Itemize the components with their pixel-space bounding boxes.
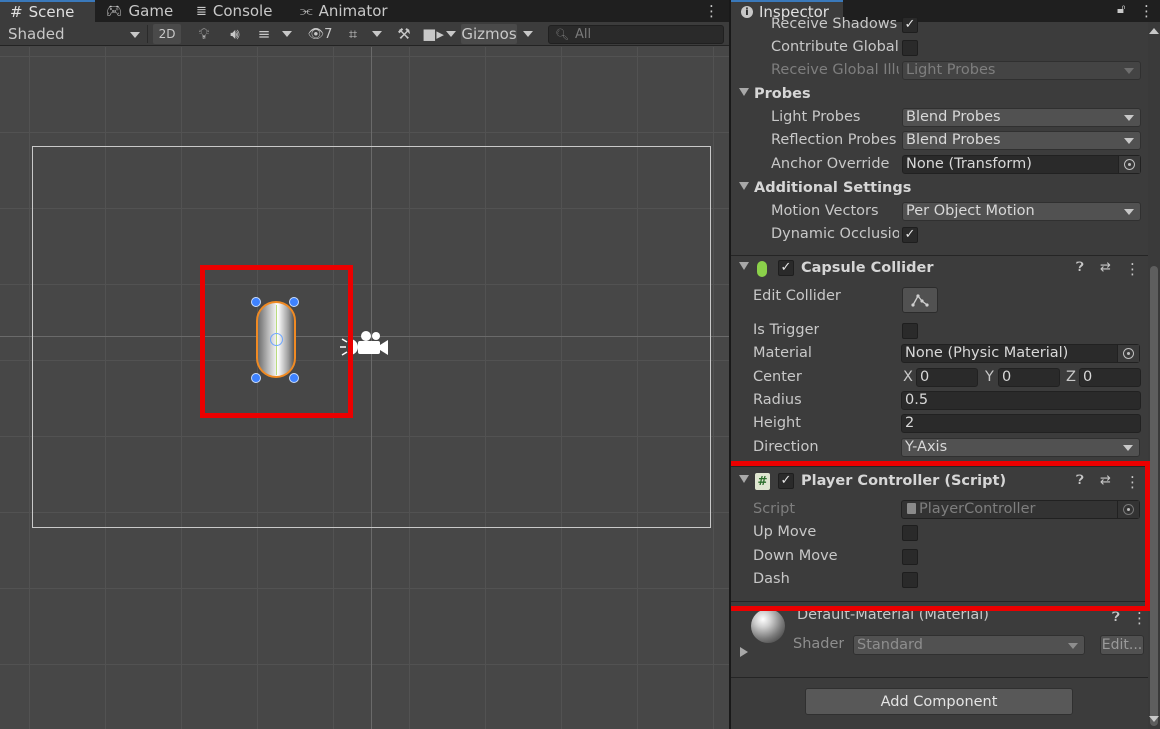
edit-collider-row: Edit Collider [731, 286, 1146, 314]
chevron-down-icon [1123, 445, 1133, 451]
gizmos-button[interactable]: Gizmos [461, 24, 517, 44]
light-probes-dropdown[interactable]: Blend Probes [902, 108, 1141, 127]
foldout-arrow-icon[interactable] [740, 647, 748, 657]
radius-row: Radius 0.5 [731, 390, 1146, 412]
scene-viewport[interactable] [0, 47, 729, 729]
help-icon[interactable]: ❓︎ [1076, 260, 1084, 275]
direction-row: Direction Y-Axis [731, 437, 1146, 459]
height-row: Height 2 [731, 413, 1146, 435]
gamepad-icon: 🎮︎ [106, 3, 123, 19]
center-z-field[interactable]: 0 [1079, 368, 1141, 387]
add-component-button[interactable]: Add Component [805, 688, 1073, 715]
tab-console[interactable]: ≣ Console [186, 0, 282, 22]
grid-dropdown-chevron-icon[interactable] [370, 24, 384, 44]
search-icon: 🔍︎ [555, 28, 569, 41]
chevron-down-icon [1124, 115, 1134, 121]
scene-toolbar: Shaded 2D 💡︎ 🔊︎ ≡ 👁︎ 7 ⌗ ⚒︎ ■▸ Gizmos 🔍︎… [0, 22, 729, 46]
collider-material-row: Material None (Physic Material) [731, 343, 1146, 365]
center-row: Center X 0 Y 0 Z 0 [731, 367, 1146, 389]
edit-shader-button[interactable]: Edit... [1100, 635, 1144, 655]
reflection-probes-dropdown[interactable]: Blend Probes [902, 131, 1141, 150]
camera-dropdown-chevron-icon[interactable] [444, 24, 458, 44]
chevron-down-icon [1124, 138, 1134, 144]
capsule-collider-icon [757, 261, 767, 277]
is-trigger-checkbox[interactable] [902, 323, 918, 339]
height-field[interactable]: 2 [901, 414, 1141, 433]
scroll-down-icon[interactable] [1149, 716, 1159, 722]
tab-game[interactable]: 🎮︎ Game [96, 0, 183, 22]
dynamic-occlusion-checkbox[interactable]: ✓ [902, 227, 918, 243]
object-picker-icon[interactable] [1118, 156, 1140, 173]
audio-toggle-icon[interactable]: 🔊︎ [224, 24, 246, 44]
anchor-override-field[interactable]: None (Transform) [902, 155, 1141, 174]
dynamic-occlusion-row: Dynamic Occlusior ✓ [731, 224, 1146, 246]
camera-settings-icon[interactable]: ■▸ [422, 24, 444, 44]
contribute-gi-checkbox[interactable] [902, 40, 918, 56]
scroll-up-icon[interactable] [1149, 28, 1159, 34]
chevron-down-icon [1068, 643, 1078, 649]
edit-shape-icon [911, 294, 929, 307]
foldout-arrow-icon [739, 88, 749, 96]
shader-dropdown[interactable]: Standard [853, 635, 1085, 655]
kebab-menu-icon[interactable]: ⋮ [1132, 609, 1147, 627]
receive-gi-dropdown[interactable]: Light Probes [902, 61, 1141, 80]
radius-field[interactable]: 0.5 [901, 391, 1141, 410]
material-preview-sphere[interactable] [751, 609, 785, 643]
gizmos-dropdown-chevron-icon[interactable] [520, 24, 536, 44]
presets-icon[interactable]: ⇄ [1100, 260, 1111, 275]
capsule-collider-header[interactable]: ✓ Capsule Collider ❓︎ ⇄ ⋮ [731, 258, 1146, 280]
center-y-field[interactable]: 0 [998, 368, 1060, 387]
edit-collider-button[interactable] [902, 287, 938, 313]
eye-slash-icon: 👁︎ [307, 26, 325, 42]
contribute-gi-row: Contribute Global I [731, 37, 1146, 59]
chevron-down-icon [1124, 68, 1134, 74]
hidden-objects-toggle[interactable]: 👁︎ 7 [304, 24, 336, 44]
physic-material-field[interactable]: None (Physic Material) [901, 344, 1140, 363]
inspector-scrollbar[interactable] [1148, 22, 1160, 729]
motion-vectors-row: Motion Vectors Per Object Motion [731, 201, 1146, 223]
highlight-box-player-controller [731, 461, 1150, 611]
light-probes-row: Light Probes Blend Probes [731, 107, 1146, 129]
kebab-menu-icon[interactable]: ⋮ [1125, 260, 1140, 278]
grid-snap-icon[interactable]: ⌗ [342, 24, 364, 44]
foldout-arrow-icon [739, 182, 749, 190]
toggle-2d-button[interactable]: 2D [153, 24, 181, 44]
help-icon[interactable]: ❓︎ [1112, 610, 1120, 625]
reflection-probes-row: Reflection Probes Blend Probes [731, 130, 1146, 152]
probes-foldout[interactable]: Probes [731, 84, 1146, 106]
hash-icon: # [10, 3, 23, 21]
object-picker-icon[interactable] [1117, 345, 1139, 362]
shading-mode-dropdown[interactable]: Shaded [8, 24, 144, 44]
scene-search-input[interactable]: 🔍︎ All [548, 25, 724, 44]
tab-animator[interactable]: ⫘ Animator [290, 0, 398, 22]
is-trigger-row: Is Trigger [731, 320, 1146, 342]
animator-icon: ⫘ [300, 3, 313, 19]
scrollbar-thumb[interactable] [1150, 266, 1158, 726]
chevron-down-icon [1124, 209, 1134, 215]
console-icon: ≣ [196, 3, 207, 19]
foldout-arrow-icon [739, 262, 749, 270]
motion-vectors-dropdown[interactable]: Per Object Motion [902, 202, 1141, 221]
effects-toggle-icon[interactable]: ≡ [254, 24, 274, 44]
effects-dropdown-chevron-icon[interactable] [280, 24, 294, 44]
kebab-menu-icon[interactable]: ⋮ [704, 2, 719, 20]
inspector-panel: i Inspector 🔓︎ ⋮ Receive Shadows ✓ Contr… [731, 0, 1160, 729]
lighting-toggle-icon[interactable]: 💡︎ [194, 24, 214, 44]
anchor-override-row: Anchor Override None (Transform) [731, 154, 1146, 176]
scene-panel: # Scene 🎮︎ Game ≣ Console ⫘ Animator ⋮ S… [0, 0, 729, 729]
capsule-collider-enabled-checkbox[interactable]: ✓ [778, 260, 794, 276]
receive-gi-row: Receive Global Illu Light Probes [731, 60, 1146, 82]
additional-settings-foldout[interactable]: Additional Settings [731, 178, 1146, 200]
center-x-field[interactable]: 0 [916, 368, 978, 387]
highlight-box-capsule [200, 265, 353, 418]
tab-scene[interactable]: # Scene [0, 0, 95, 22]
tools-icon[interactable]: ⚒︎ [394, 24, 414, 44]
direction-dropdown[interactable]: Y-Axis [901, 438, 1140, 457]
chevron-down-icon [130, 32, 140, 38]
scene-tabbar: # Scene 🎮︎ Game ≣ Console ⫘ Animator ⋮ [0, 0, 729, 22]
